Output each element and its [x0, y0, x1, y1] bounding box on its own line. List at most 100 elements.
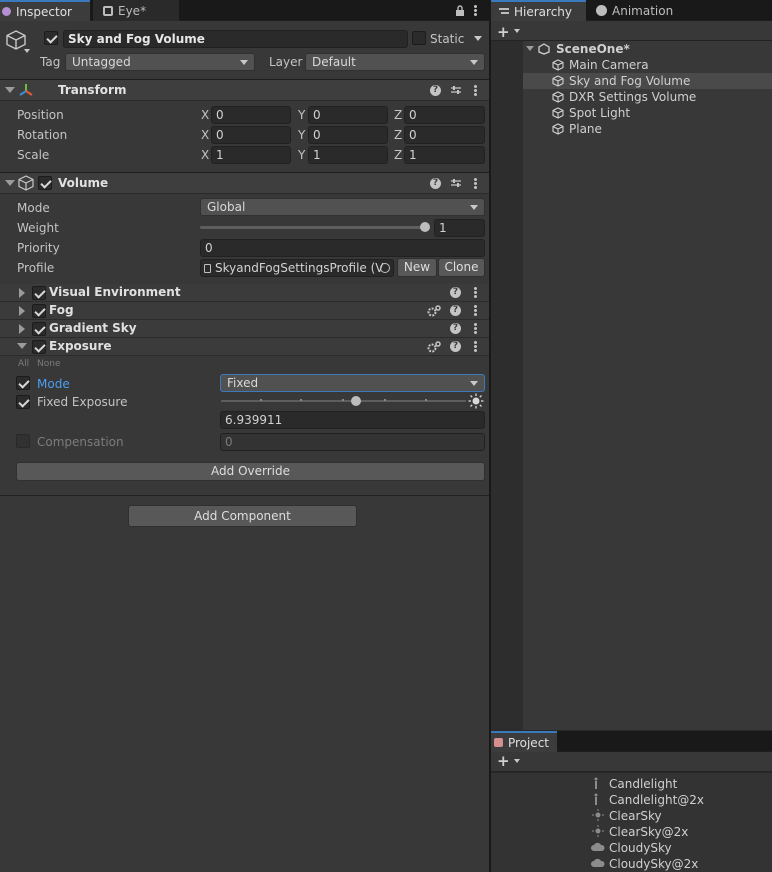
- gears-icon[interactable]: [427, 305, 441, 317]
- object-picker-icon[interactable]: [380, 263, 390, 273]
- project-item[interactable]: ClearSky@2x: [609, 824, 688, 840]
- presets-icon[interactable]: [450, 177, 462, 189]
- position-x-label[interactable]: X: [201, 108, 209, 122]
- override-enabled-checkbox[interactable]: [32, 304, 46, 318]
- override-enabled-checkbox[interactable]: [32, 340, 46, 354]
- project-item[interactable]: Candlelight: [609, 776, 677, 792]
- tab-project[interactable]: Project: [491, 731, 557, 752]
- gears-icon[interactable]: [427, 341, 441, 353]
- presets-icon[interactable]: [450, 84, 462, 96]
- priority-input[interactable]: 0: [200, 239, 485, 257]
- rotation-z-input[interactable]: 0: [404, 126, 485, 144]
- foldout-arrow-icon[interactable]: [19, 306, 25, 316]
- tag-dropdown[interactable]: Untagged: [65, 53, 255, 71]
- create-plus-icon[interactable]: +: [497, 752, 510, 770]
- fixed-exposure-override-checkbox[interactable]: [16, 395, 30, 409]
- foldout-arrow-icon[interactable]: [17, 343, 27, 349]
- profile-clone-button[interactable]: Clone: [438, 258, 485, 277]
- override-menu-icon[interactable]: [474, 287, 478, 299]
- compensation-override-checkbox[interactable]: [16, 434, 30, 448]
- scene-row[interactable]: SceneOne*: [523, 41, 772, 57]
- scale-x-input[interactable]: 1: [211, 146, 291, 164]
- hierarchy-item[interactable]: DXR Settings Volume: [523, 89, 772, 105]
- transform-header[interactable]: Transform ?: [0, 79, 489, 101]
- icon-picker-caret[interactable]: [24, 49, 30, 53]
- override-enabled-checkbox[interactable]: [32, 286, 46, 300]
- project-item[interactable]: CloudySky: [609, 840, 672, 856]
- override-menu-icon[interactable]: [474, 305, 478, 317]
- help-icon[interactable]: ?: [450, 287, 461, 298]
- scale-x-label[interactable]: X: [201, 148, 209, 162]
- tab-inspector[interactable]: Inspector: [0, 0, 90, 21]
- chevron-down-icon[interactable]: [514, 759, 520, 763]
- override-visual-environment[interactable]: Visual Environment ?: [0, 284, 489, 302]
- position-x-input[interactable]: 0: [211, 106, 291, 124]
- static-checkbox[interactable]: [412, 31, 426, 45]
- hierarchy-item[interactable]: Main Camera: [523, 57, 772, 73]
- position-y-input[interactable]: 0: [308, 106, 388, 124]
- lock-icon[interactable]: [455, 5, 465, 16]
- exposure-mode-override-checkbox[interactable]: [16, 376, 30, 390]
- add-component-button[interactable]: Add Component: [128, 505, 357, 527]
- foldout-arrow-icon[interactable]: [19, 288, 25, 298]
- project-item[interactable]: ClearSky: [609, 808, 662, 824]
- scale-y-label[interactable]: Y: [298, 148, 305, 162]
- override-none-link[interactable]: None: [37, 359, 60, 369]
- override-exposure[interactable]: Exposure ?: [0, 338, 489, 356]
- layer-dropdown[interactable]: Default: [305, 53, 485, 71]
- create-plus-icon[interactable]: +: [497, 23, 510, 41]
- override-gradient-sky[interactable]: Gradient Sky ?: [0, 320, 489, 338]
- rotation-y-input[interactable]: 0: [308, 126, 388, 144]
- help-icon[interactable]: ?: [450, 323, 461, 334]
- chevron-down-icon[interactable]: [514, 29, 520, 33]
- override-all-link[interactable]: All: [18, 359, 29, 369]
- weight-slider-track[interactable]: [200, 226, 430, 229]
- fixed-exposure-slider-thumb[interactable]: [350, 396, 361, 406]
- tab-animation[interactable]: Animation: [588, 0, 688, 21]
- profile-object-field[interactable]: SkyandFogSettingsProfile (V: [200, 259, 394, 277]
- foldout-arrow-icon[interactable]: [5, 87, 15, 93]
- help-icon[interactable]: ?: [450, 305, 461, 316]
- rotation-x-label[interactable]: X: [201, 128, 209, 142]
- add-override-button[interactable]: Add Override: [16, 462, 485, 481]
- rotation-y-label[interactable]: Y: [298, 128, 305, 142]
- position-z-input[interactable]: 0: [404, 106, 485, 124]
- foldout-arrow-icon[interactable]: [19, 324, 25, 334]
- help-icon[interactable]: ?: [430, 178, 441, 189]
- help-icon[interactable]: ?: [430, 85, 441, 96]
- exposure-mode-dropdown[interactable]: Fixed: [220, 374, 485, 392]
- gameobject-name-input[interactable]: Sky and Fog Volume: [63, 30, 408, 48]
- override-menu-icon[interactable]: [474, 341, 478, 353]
- static-dropdown-caret[interactable]: [474, 36, 482, 41]
- override-fog[interactable]: Fog ?: [0, 302, 489, 320]
- gameobject-active-checkbox[interactable]: [44, 31, 58, 45]
- scale-y-input[interactable]: 1: [308, 146, 388, 164]
- help-icon[interactable]: ?: [450, 341, 461, 352]
- volume-header[interactable]: Volume ?: [0, 172, 489, 194]
- scale-z-label[interactable]: Z: [394, 148, 402, 162]
- profile-new-button[interactable]: New: [397, 258, 437, 277]
- weight-slider-thumb[interactable]: [420, 222, 430, 232]
- override-enabled-checkbox[interactable]: [32, 322, 46, 336]
- hierarchy-item-selected[interactable]: Sky and Fog Volume: [523, 73, 772, 89]
- component-menu-icon[interactable]: [474, 178, 478, 190]
- hierarchy-item[interactable]: Plane: [523, 121, 772, 137]
- fixed-exposure-input[interactable]: 6.939911: [220, 411, 485, 429]
- component-menu-icon[interactable]: [474, 85, 478, 97]
- volume-enabled-checkbox[interactable]: [38, 176, 52, 190]
- tab-hierarchy[interactable]: Hierarchy: [491, 0, 586, 21]
- override-menu-icon[interactable]: [474, 323, 478, 335]
- inspector-menu-icon[interactable]: [474, 5, 478, 17]
- foldout-arrow-icon[interactable]: [526, 46, 534, 51]
- tab-eye[interactable]: Eye*: [93, 0, 179, 21]
- hierarchy-item[interactable]: Spot Light: [523, 105, 772, 121]
- rotation-x-input[interactable]: 0: [211, 126, 291, 144]
- position-y-label[interactable]: Y: [298, 108, 305, 122]
- compensation-input[interactable]: 0: [220, 433, 485, 451]
- scale-z-input[interactable]: 1: [404, 146, 485, 164]
- foldout-arrow-icon[interactable]: [5, 180, 15, 186]
- rotation-z-label[interactable]: Z: [394, 128, 402, 142]
- weight-input[interactable]: 1: [434, 219, 485, 237]
- project-item[interactable]: Candlelight@2x: [609, 792, 704, 808]
- volume-mode-dropdown[interactable]: Global: [200, 198, 485, 216]
